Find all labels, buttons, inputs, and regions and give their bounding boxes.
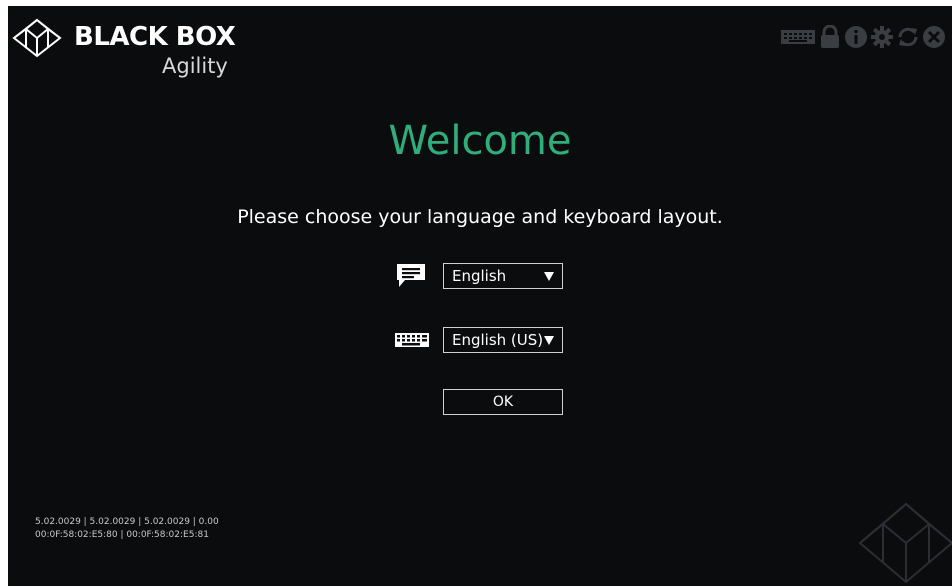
info-icon[interactable] xyxy=(844,25,868,49)
watermark-logo-icon xyxy=(858,502,952,584)
toolbar xyxy=(780,24,946,50)
keyboard-icon[interactable] xyxy=(780,25,816,49)
language-select[interactable]: English xyxy=(443,263,563,289)
version-numbers: 5.02.0029 | 5.02.0029 | 5.02.0029 | 0.00 xyxy=(35,517,219,527)
keyboard-select-value: English (US) xyxy=(452,331,544,349)
chevron-down-icon xyxy=(544,336,554,345)
language-select-value: English xyxy=(452,267,507,285)
version-info: 5.02.0029 | 5.02.0029 | 5.02.0029 | 0.00… xyxy=(35,516,219,542)
chevron-down-icon xyxy=(544,272,554,281)
welcome-title: Welcome xyxy=(388,118,572,164)
settings-icon[interactable] xyxy=(870,25,894,49)
keyboard-layout-select[interactable]: English (US) xyxy=(443,327,563,353)
refresh-icon[interactable] xyxy=(896,25,920,49)
close-icon[interactable] xyxy=(922,25,946,49)
black-box-logo: BLACK BOX Agility xyxy=(12,14,242,84)
login-screen: BLACK BOX Agility Welcome Please choose … xyxy=(8,6,952,586)
lock-icon[interactable] xyxy=(818,25,842,49)
diamond-logo-icon xyxy=(12,18,62,58)
mac-addresses: 00:0F:58:02:E5:80 | 00:0F:58:02:E5:81 xyxy=(35,530,209,540)
instruction-text: Please choose your language and keyboard… xyxy=(237,206,723,228)
ok-button[interactable]: OK xyxy=(443,389,563,415)
product-name: Agility xyxy=(162,54,228,78)
message-icon xyxy=(397,264,425,287)
keyboard-layout-icon xyxy=(395,333,429,347)
brand-name: BLACK BOX xyxy=(74,22,236,52)
